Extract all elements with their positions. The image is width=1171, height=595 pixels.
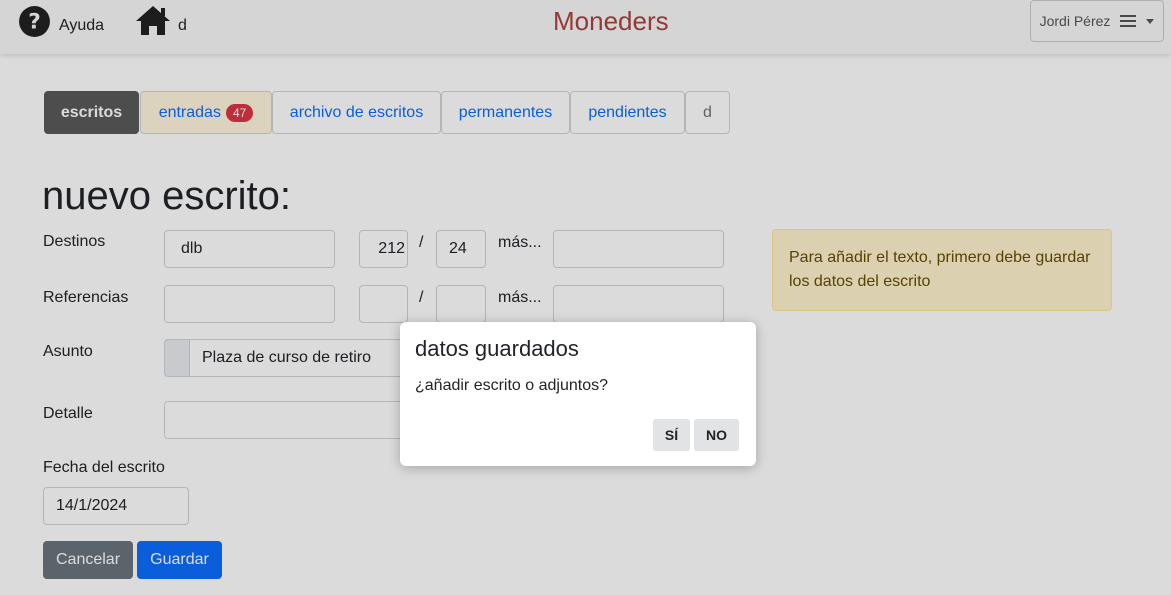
modal-backdrop (0, 0, 1171, 595)
dialog-title: datos guardados (415, 336, 579, 361)
dialog-message: ¿añadir escrito o adjuntos? (415, 377, 608, 394)
confirm-dialog: datos guardados ¿añadir escrito o adjunt… (400, 322, 756, 466)
no-button[interactable]: NO (694, 419, 739, 451)
yes-button[interactable]: SÍ (653, 419, 690, 451)
